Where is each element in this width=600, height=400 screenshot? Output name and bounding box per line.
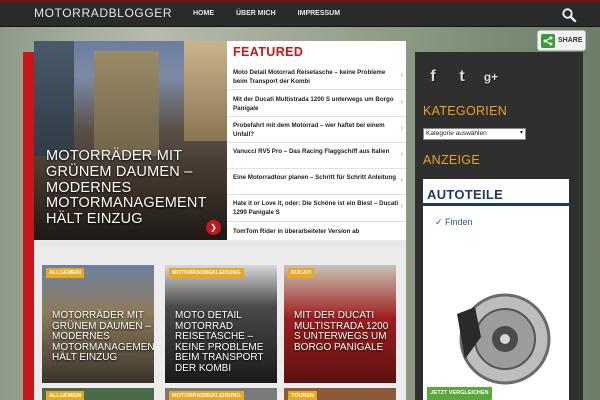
divider — [227, 142, 406, 143]
chevron-right-icon: › — [400, 151, 403, 158]
slider-image-building — [94, 51, 159, 161]
article-card[interactable]: ALLGEMEIN — [42, 388, 154, 400]
divider — [227, 168, 406, 169]
chevron-right-icon: › — [400, 203, 403, 210]
chevron-right-icon: › — [400, 177, 403, 184]
sidebar: f t g+ KATEGORIEN Kategorie auswählen ▾ … — [415, 52, 583, 400]
featured-item[interactable]: Hate it or Love it, oder: Die Schöne ist… — [233, 199, 403, 217]
top-navbar: MOTORRADBLOGGER HOME ÜBER MICH IMPRESSUM — [0, 0, 600, 27]
divider — [227, 89, 406, 90]
slider-title[interactable]: MOTORRÄDER MIT GRÜNEM DAUMEN – MODERNES … — [46, 148, 216, 228]
share-label: SHARE — [558, 37, 583, 44]
ad-underline — [423, 203, 569, 206]
article-grid: ALLGEMEIN MOTORRÄDER MIT GRÜNEM DAUMEN –… — [34, 247, 406, 400]
ad-banner[interactable]: AUTOTEILE ✓ Finden JETZT VERGLEICHEN — [423, 179, 569, 400]
article-card[interactable]: ALLGEMEIN MOTORRÄDER MIT GRÜNEM DAUMEN –… — [42, 265, 154, 383]
article-card[interactable]: MOTORRADBEKLEIDUNG — [165, 388, 277, 400]
slider-image-building — [184, 41, 227, 141]
divider — [227, 194, 406, 195]
article-title[interactable]: MIT DER DUCATI MULTISTRADA 1200 S UNTERW… — [294, 310, 394, 353]
category-badge[interactable]: DUCATI — [288, 268, 315, 278]
main-nav: HOME ÜBER MICH IMPRESSUM — [193, 10, 362, 17]
ad-heading: AUTOTEILE — [427, 187, 504, 202]
brake-disc-image — [457, 293, 551, 385]
featured-item[interactable]: Probefahrt mit dem Motorrad – wer haftet… — [233, 121, 403, 139]
category-select[interactable]: Kategorie auswählen ▾ — [423, 128, 526, 140]
ad-finden-link[interactable]: ✓ Finden — [435, 217, 473, 228]
divider — [227, 221, 406, 222]
article-card[interactable]: MOTORRADBEKLEIDUNG MOTO DETAIL MOTORRAD … — [165, 265, 277, 383]
red-accent-bar — [23, 52, 34, 400]
nav-impressum[interactable]: IMPRESSUM — [298, 10, 340, 17]
google-plus-icon[interactable]: g+ — [481, 66, 501, 88]
featured-heading: FEATURED — [233, 45, 304, 59]
featured-list: FEATURED Moto Detail Motorrad Reisetasch… — [227, 41, 406, 240]
article-title[interactable]: MOTO DETAIL MOTORRAD REISETASCHE – KEINE… — [175, 310, 275, 375]
share-button[interactable]: SHARE — [537, 30, 586, 51]
chevron-right-icon: › — [400, 72, 403, 79]
categories-title: KATEGORIEN — [423, 104, 508, 118]
main-content: MOTORRÄDER MIT GRÜNEM DAUMEN – MODERNES … — [34, 41, 406, 400]
divider — [227, 116, 406, 117]
chevron-down-icon: ▾ — [519, 130, 523, 136]
category-badge[interactable]: ALLGEMEIN — [46, 268, 85, 278]
site-logo[interactable]: MOTORRADBLOGGER — [34, 6, 172, 20]
nav-ueber-mich[interactable]: ÜBER MICH — [236, 10, 276, 17]
article-card[interactable]: TOUREN — [284, 388, 396, 400]
search-icon[interactable] — [561, 7, 577, 23]
facebook-icon[interactable]: f — [423, 66, 443, 88]
article-card[interactable]: DUCATI MIT DER DUCATI MULTISTRADA 1200 S… — [284, 265, 396, 383]
twitter-icon[interactable]: t — [452, 66, 472, 88]
article-title[interactable]: MOTORRÄDER MIT GRÜNEM DAUMEN – MODERNES … — [52, 310, 154, 364]
category-badge[interactable]: ALLGEMEIN — [46, 391, 85, 400]
featured-item[interactable]: Moto Detail Motorrad Reisetasche – keine… — [233, 68, 403, 86]
ad-title: ANZEIGE — [423, 153, 480, 167]
category-badge[interactable]: MOTORRADBEKLEIDUNG — [169, 268, 244, 278]
chevron-right-icon: › — [400, 125, 403, 132]
social-links: f t g+ — [423, 66, 510, 88]
featured-item[interactable]: Mit der Ducati Multistrada 1200 S unterw… — [233, 95, 403, 113]
category-badge[interactable]: TOUREN — [288, 391, 318, 400]
slider-next-arrow-icon[interactable]: ❯ — [206, 220, 221, 235]
chevron-right-icon: › — [400, 99, 403, 106]
featured-item[interactable]: TomTom Rider in überarbeiteter Version a… — [233, 227, 399, 236]
compare-now-button[interactable]: JETZT VERGLEICHEN — [427, 387, 492, 400]
share-icon — [541, 33, 555, 48]
featured-item[interactable]: Vanucci RV5 Pro – Das Racing Flaggschiff… — [233, 147, 403, 158]
nav-home[interactable]: HOME — [193, 10, 214, 17]
category-badge[interactable]: MOTORRADBEKLEIDUNG — [169, 391, 244, 400]
featured-item[interactable]: Eine Motorradtour planen – Schritt für S… — [233, 173, 403, 184]
hero-slider[interactable]: MOTORRÄDER MIT GRÜNEM DAUMEN – MODERNES … — [34, 41, 227, 240]
slider-image-building — [34, 41, 74, 161]
